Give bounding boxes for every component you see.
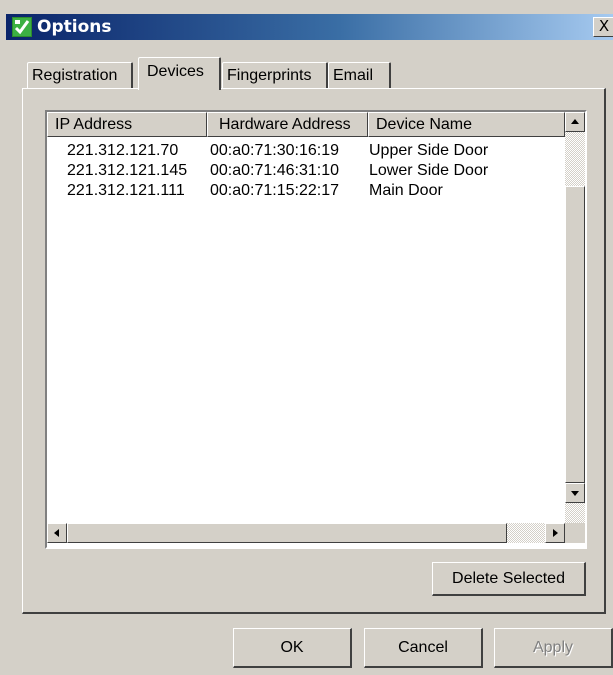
close-icon: X xyxy=(598,17,610,35)
vertical-scroll-thumb[interactable] xyxy=(565,186,585,483)
window-title: Options xyxy=(37,17,112,37)
cell-device-name: Main Door xyxy=(369,182,443,199)
cell-hardware-address: 00:a0:71:15:22:17 xyxy=(210,182,340,199)
arrow-left-icon xyxy=(54,529,59,537)
fingerprint-app-icon xyxy=(12,17,32,37)
column-header-label: IP Address xyxy=(55,116,133,133)
cancel-button[interactable]: Cancel xyxy=(364,628,483,668)
column-header-ip-address[interactable]: IP Address xyxy=(47,112,207,137)
cell-hardware-address: 00:a0:71:46:31:10 xyxy=(210,162,340,179)
options-dialog: Options X Registration Devices Fingerpri… xyxy=(0,0,613,675)
list-header: IP Address Hardware Address Device Name xyxy=(47,112,565,137)
table-row[interactable]: 221.312.121.111 00:a0:71:15:22:17 Main D… xyxy=(47,181,565,201)
cell-ip-address: 221.312.121.70 xyxy=(67,142,179,159)
scroll-left-button[interactable] xyxy=(47,523,67,543)
column-header-device-name[interactable]: Device Name xyxy=(368,112,565,137)
cell-hardware-address: 00:a0:71:30:16:19 xyxy=(210,142,340,159)
vertical-scrollbar[interactable] xyxy=(565,112,585,523)
button-label: Apply xyxy=(532,639,574,656)
device-list[interactable]: IP Address Hardware Address Device Name … xyxy=(45,110,587,549)
horizontal-scroll-thumb[interactable] xyxy=(67,523,507,543)
cell-ip-address: 221.312.121.111 xyxy=(67,182,185,199)
scroll-up-button[interactable] xyxy=(565,112,585,132)
scroll-down-button[interactable] xyxy=(565,483,585,503)
tab-registration[interactable]: Registration xyxy=(27,62,133,89)
arrow-right-icon xyxy=(553,529,558,537)
title-bar[interactable]: Options X xyxy=(6,14,613,40)
table-row[interactable]: 221.312.121.145 00:a0:71:46:31:10 Lower … xyxy=(47,161,565,181)
table-row[interactable]: 221.312.121.70 00:a0:71:30:16:19 Upper S… xyxy=(47,141,565,161)
cell-device-name: Upper Side Door xyxy=(369,142,489,159)
tab-fingerprints[interactable]: Fingerprints xyxy=(222,62,328,89)
cell-device-name: Lower Side Door xyxy=(369,162,489,179)
scroll-corner xyxy=(565,523,585,543)
delete-selected-button[interactable]: Delete Selected xyxy=(432,562,586,596)
tab-label: Registration xyxy=(32,67,118,84)
horizontal-scrollbar[interactable] xyxy=(47,523,565,543)
apply-button[interactable]: Apply xyxy=(494,628,613,668)
tab-email[interactable]: Email xyxy=(328,62,391,89)
ok-button[interactable]: OK xyxy=(233,628,352,668)
close-button[interactable]: X xyxy=(593,17,613,37)
column-header-label: Device Name xyxy=(376,116,473,133)
button-label: OK xyxy=(280,639,304,656)
tab-label: Devices xyxy=(147,63,204,80)
arrow-down-icon xyxy=(571,491,579,496)
tab-devices[interactable]: Devices xyxy=(138,57,221,90)
tab-label: Fingerprints xyxy=(227,67,312,84)
scroll-right-button[interactable] xyxy=(545,523,565,543)
cell-ip-address: 221.312.121.145 xyxy=(67,162,188,179)
button-label: Cancel xyxy=(398,639,448,656)
device-rows: 221.312.121.70 00:a0:71:30:16:19 Upper S… xyxy=(47,141,565,201)
column-header-hardware-address[interactable]: Hardware Address xyxy=(207,112,368,137)
tab-label: Email xyxy=(333,67,374,84)
arrow-up-icon xyxy=(571,119,579,124)
column-header-label: Hardware Address xyxy=(219,116,351,133)
button-label: Delete Selected xyxy=(452,570,565,587)
